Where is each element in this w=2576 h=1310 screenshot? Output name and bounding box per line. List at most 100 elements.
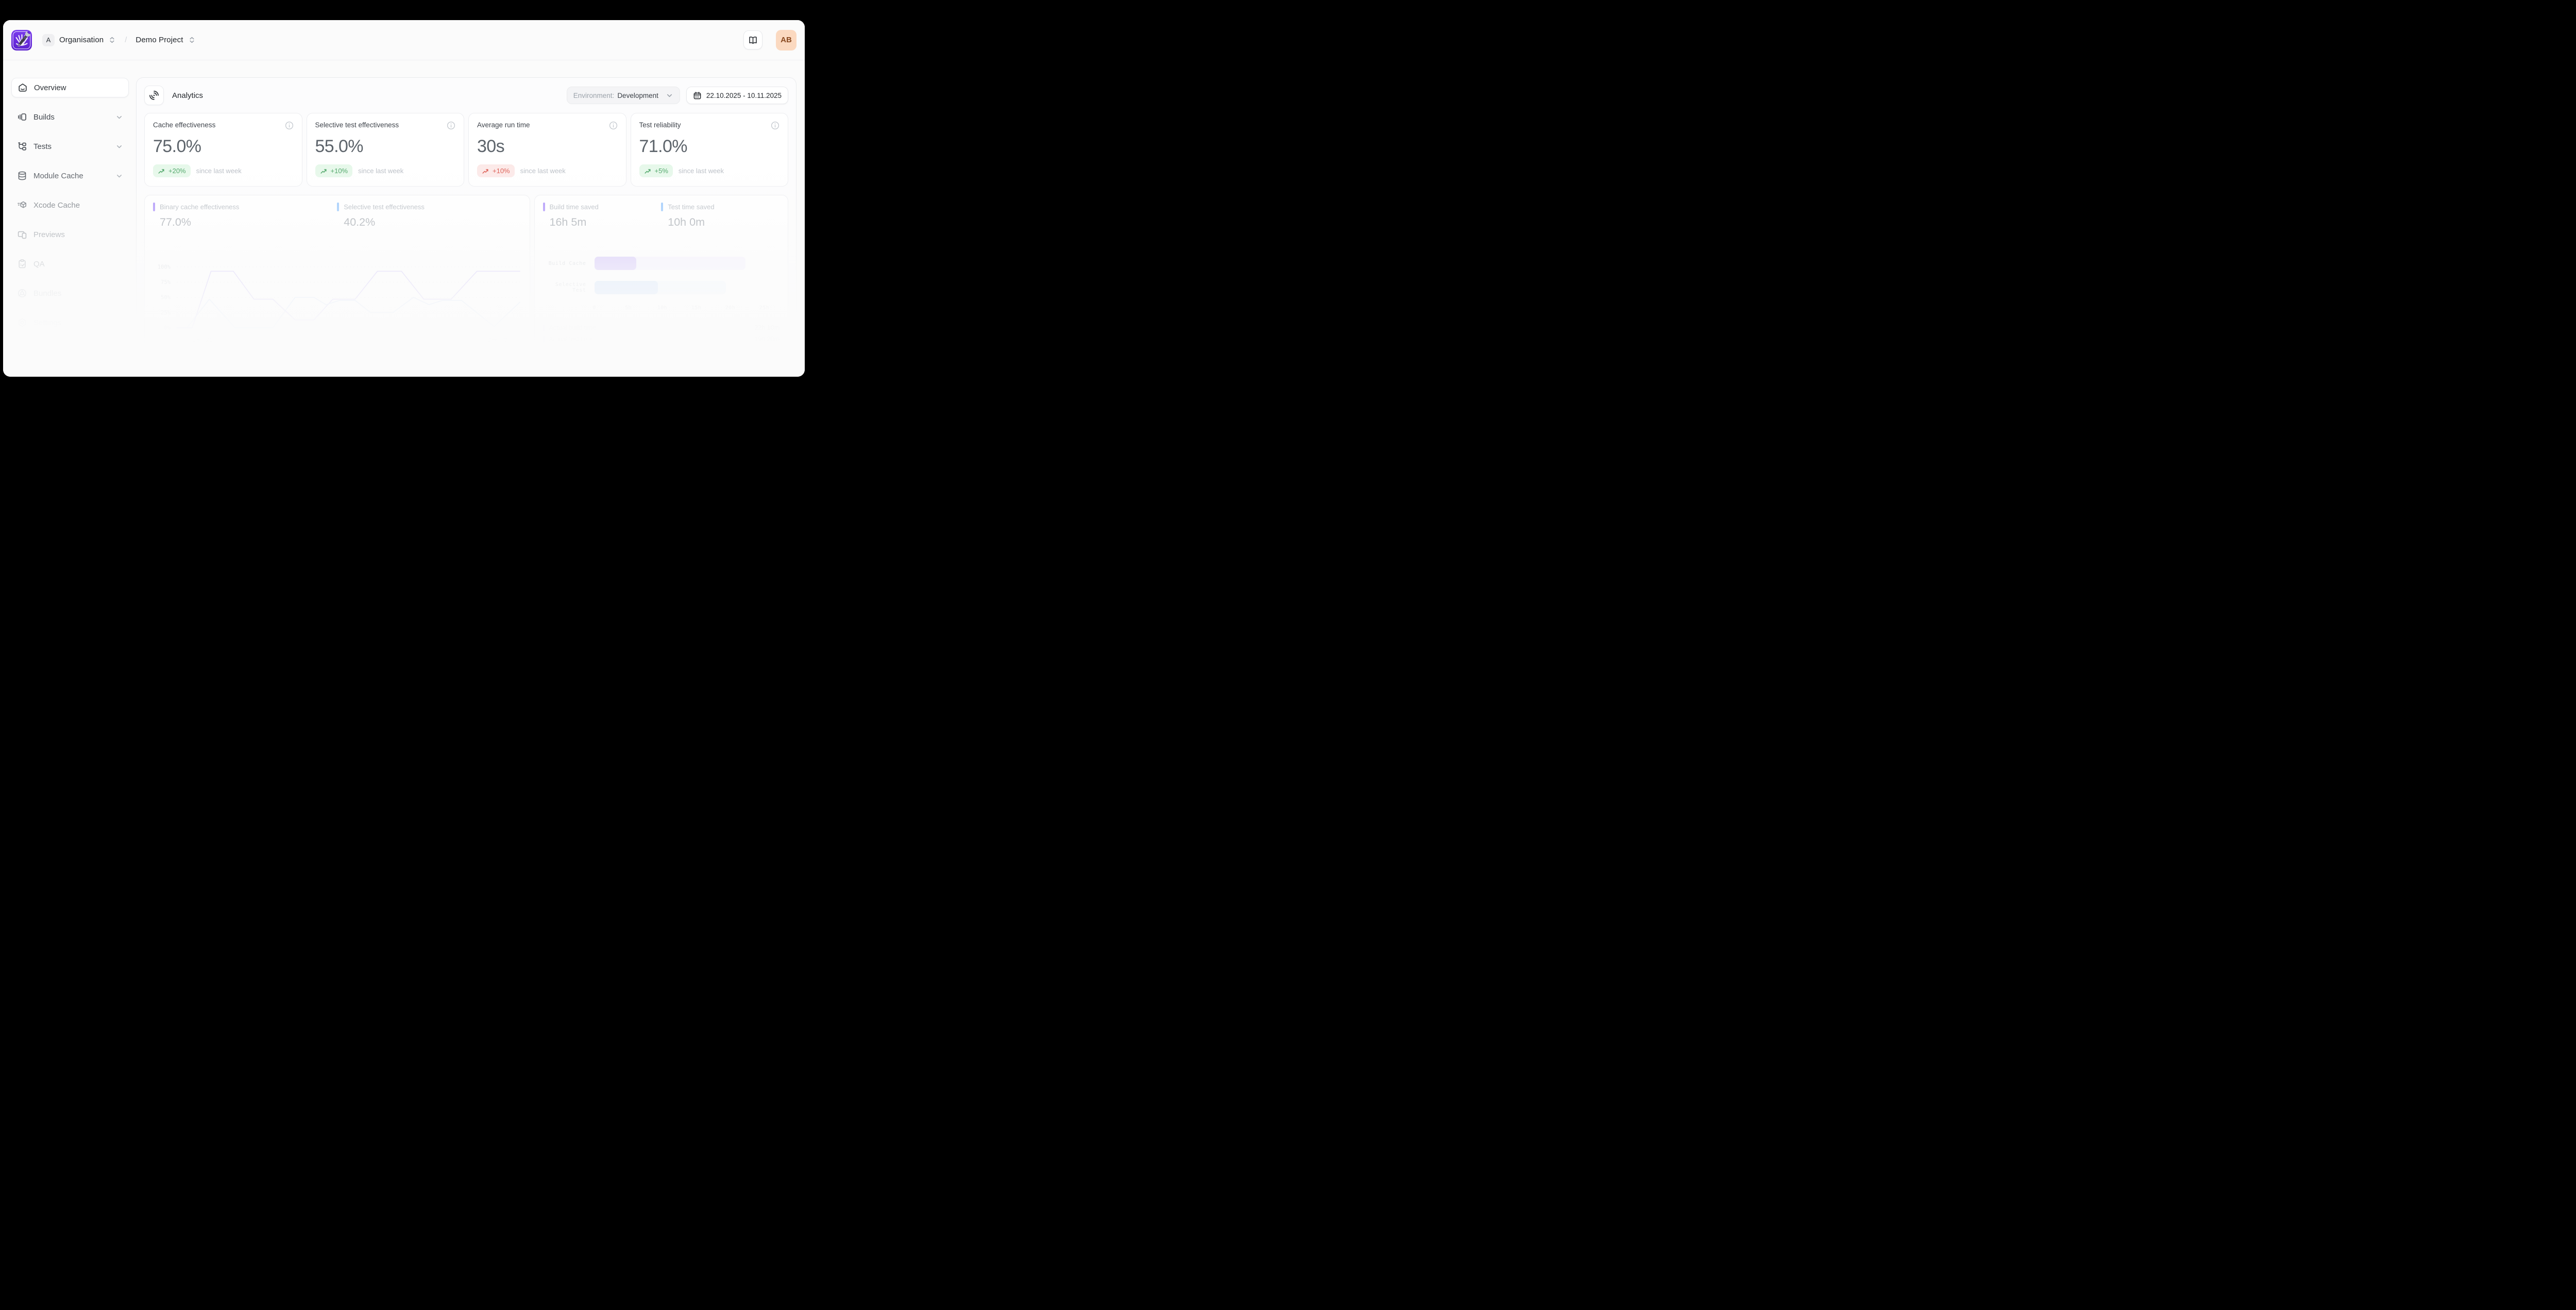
docs-button[interactable] <box>743 30 762 49</box>
legend-marker <box>661 203 663 211</box>
tuist-logo[interactable] <box>11 30 32 51</box>
open-book-icon <box>748 35 758 45</box>
legend-marker <box>543 336 545 343</box>
svg-text:25%: 25% <box>161 310 171 316</box>
builds-icon <box>17 112 27 122</box>
legend-test-time-saved: Test time saved 10h 0m <box>661 203 779 229</box>
chevron-down-icon[interactable] <box>115 172 123 180</box>
chevron-down-icon[interactable] <box>115 143 123 150</box>
sidebar-item-tests[interactable]: Tests <box>11 137 129 156</box>
trend-up-arrow-icon <box>320 167 327 175</box>
breadcrumb-separator: / <box>125 36 127 44</box>
svg-text:Jan 21: Jan 21 <box>193 337 212 343</box>
toolbar-controls: Environment: Development <box>567 87 788 104</box>
breadcrumb: A Organisation / Demo Project <box>42 34 196 46</box>
app-header: A Organisation / Demo Project <box>3 20 805 60</box>
trend-up-arrow-icon <box>644 167 651 175</box>
effectiveness-line-chart: 100%75%50%25%0%Jan 21Jan 28 <box>153 262 523 345</box>
legend-current-value: 40.2% <box>344 216 521 229</box>
sidebar-item-module-cache[interactable]: Module Cache <box>11 166 129 186</box>
legend-value: 22h 10m <box>754 324 779 331</box>
metric-value: 71.0% <box>639 137 780 157</box>
environment-label: Environment: <box>573 92 615 99</box>
metric-title: Average run time <box>477 121 530 129</box>
org-switcher-chevron-up-down-icon[interactable] <box>108 36 116 44</box>
bar-row-selective-test: Selective Test <box>543 281 779 294</box>
info-icon[interactable] <box>609 121 618 130</box>
sidebar-item-label: Builds <box>33 113 55 122</box>
metric-card-test-reliability: Test reliability 71.0% +5% since last we… <box>631 113 789 187</box>
metric-badge-1: +10% <box>315 164 353 177</box>
sidebar-item-label: Previews <box>33 230 65 239</box>
project-name[interactable]: Demo Project <box>135 36 183 44</box>
bar-axis-tick: 0 <box>592 305 596 311</box>
donut-chart-icon <box>17 288 27 298</box>
legend-value: 19h 20m <box>754 335 779 343</box>
metric-cards: Cache effectiveness 75.0% +20% since las… <box>144 113 788 187</box>
svg-text:Jan 28: Jan 28 <box>488 337 507 343</box>
sidebar-item-label: Xcode Cache <box>33 201 80 210</box>
trend-up-arrow-icon <box>482 167 489 175</box>
time-saved-card: Build time saved 16h 5m Test time saved … <box>534 195 788 352</box>
org-name[interactable]: Organisation <box>59 36 104 44</box>
bar-fill <box>595 281 658 294</box>
svg-text:0%: 0% <box>164 325 171 331</box>
environment-value: Development <box>617 92 658 99</box>
legend-marker <box>337 203 339 211</box>
metric-badge-2: +10% <box>477 164 515 177</box>
bar-row-build-cache: Build Cache <box>543 257 779 270</box>
legend-binary-cache: Binary cache effectiveness 77.0% <box>153 203 337 229</box>
metric-card-selective-test-effectiveness: Selective test effectiveness 55.0% +10% … <box>307 113 465 187</box>
legend-build-time-saved: Build time saved 16h 5m <box>543 203 662 229</box>
bar-axis-tick: 5h <box>625 305 632 311</box>
sidebar-item-xcode-cache[interactable]: Xcode Cache <box>11 195 129 215</box>
sidebar-item-builds[interactable]: Builds <box>11 107 129 127</box>
sidebar-item-label: Bundles <box>33 289 61 298</box>
calendar-icon <box>693 91 702 100</box>
metric-value: 30s <box>477 137 618 157</box>
legend-marker <box>543 203 545 211</box>
info-icon[interactable] <box>447 121 455 130</box>
tests-tree-icon <box>17 141 27 152</box>
legend-current-value: 77.0% <box>160 216 337 229</box>
date-range-button[interactable]: 22.10.2025 - 10.11.2025 <box>686 87 788 104</box>
bar-axis-tick: 20h <box>725 305 736 311</box>
sidebar-item-previews[interactable]: Previews <box>11 225 129 244</box>
sidebar-item-label: Overview <box>34 83 66 92</box>
legend-selective-test: Selective test effectiveness 40.2% <box>337 203 521 229</box>
project-switcher-chevron-up-down-icon[interactable] <box>188 36 196 44</box>
info-icon[interactable] <box>285 121 294 130</box>
concentric-arcs-icon <box>149 90 159 100</box>
metric-value: 75.0% <box>153 137 294 157</box>
bar-fill <box>595 257 636 270</box>
environment-select[interactable]: Environment: Development <box>567 87 680 104</box>
gear-icon <box>17 317 27 328</box>
svg-text:75%: 75% <box>161 279 171 285</box>
date-range-value: 22.10.2025 - 10.11.2025 <box>706 92 782 99</box>
effectiveness-chart-card: Binary cache effectiveness 77.0% Selecti… <box>144 195 530 352</box>
info-icon[interactable] <box>771 121 779 130</box>
bar-axis-tick: 15h <box>691 305 702 311</box>
metric-note: since last week <box>358 167 403 175</box>
page: { "header": { "org_initial": "A", "org_n… <box>0 0 808 396</box>
body: Overview Builds Tests <box>3 60 805 376</box>
sidebar-item-settings[interactable]: Settings <box>11 313 129 332</box>
sidebar-item-overview[interactable]: Overview <box>11 78 129 97</box>
legend-actual-test-time: Actual test time 19h 20m <box>543 335 779 343</box>
legend-marker <box>153 203 155 211</box>
metric-card-cache-effectiveness: Cache effectiveness 75.0% +20% since las… <box>144 113 302 187</box>
legend-actual-build-time: Actual build time 22h 10m <box>543 324 779 331</box>
sidebar-item-qa[interactable]: QA <box>11 254 129 274</box>
user-avatar[interactable]: AB <box>776 30 796 51</box>
metric-note: since last week <box>196 167 242 175</box>
analytics-button[interactable] <box>144 86 164 105</box>
metric-title: Cache effectiveness <box>153 121 215 129</box>
chevron-down-icon <box>666 92 673 99</box>
metric-value: 55.0% <box>315 137 456 157</box>
metric-badge-0: +20% <box>153 164 191 177</box>
clipboard-check-icon <box>17 259 27 269</box>
org-avatar-badge: A <box>42 34 55 46</box>
sidebar-item-bundles[interactable]: Bundles <box>11 283 129 303</box>
home-icon <box>18 82 28 93</box>
chevron-down-icon[interactable] <box>115 113 123 121</box>
